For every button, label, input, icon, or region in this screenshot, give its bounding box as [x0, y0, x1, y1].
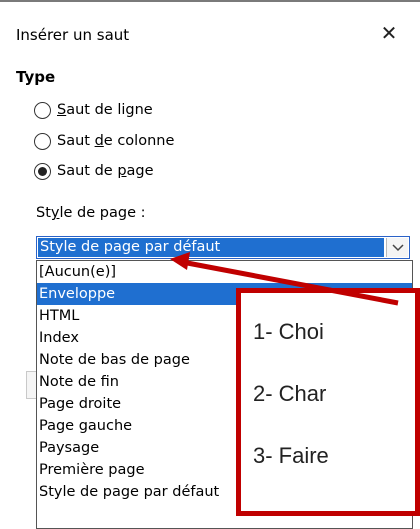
page-style-current-value[interactable]: Style de page par défaut	[38, 238, 384, 257]
list-item[interactable]: [Aucun(e)]	[37, 261, 412, 283]
annotation-step-3: 3- Faire	[253, 443, 329, 468]
radio-label: Saut de ligne	[57, 102, 153, 118]
radio-saut-de-ligne[interactable]: Saut de ligne	[34, 99, 153, 121]
top-border	[0, 0, 420, 2]
radio-circle[interactable]	[34, 101, 51, 119]
radio-circle[interactable]	[34, 132, 51, 150]
annotation-step-2: 2- Char	[253, 381, 327, 406]
page-style-combobox[interactable]: Style de page par défaut	[36, 236, 410, 259]
annotation-box: 1- Choi 2- Char 3- Faire	[236, 288, 420, 516]
dialog-title: Insérer un saut	[16, 26, 130, 44]
chevron-down-icon[interactable]	[386, 238, 408, 257]
radio-saut-de-page[interactable]: Saut de page	[34, 160, 154, 182]
type-section-title: Type	[16, 68, 56, 86]
radio-dot	[38, 166, 47, 176]
radio-label: Saut de colonne	[57, 133, 175, 149]
radio-label: Saut de page	[57, 163, 154, 179]
radio-saut-de-colonne[interactable]: Saut de colonne	[34, 130, 174, 152]
style-de-page-label: Style de page :	[36, 205, 146, 221]
radio-circle-selected[interactable]	[34, 162, 51, 180]
annotation-step-1: 1- Choi	[253, 319, 324, 344]
close-icon[interactable]: ✕	[374, 19, 404, 47]
